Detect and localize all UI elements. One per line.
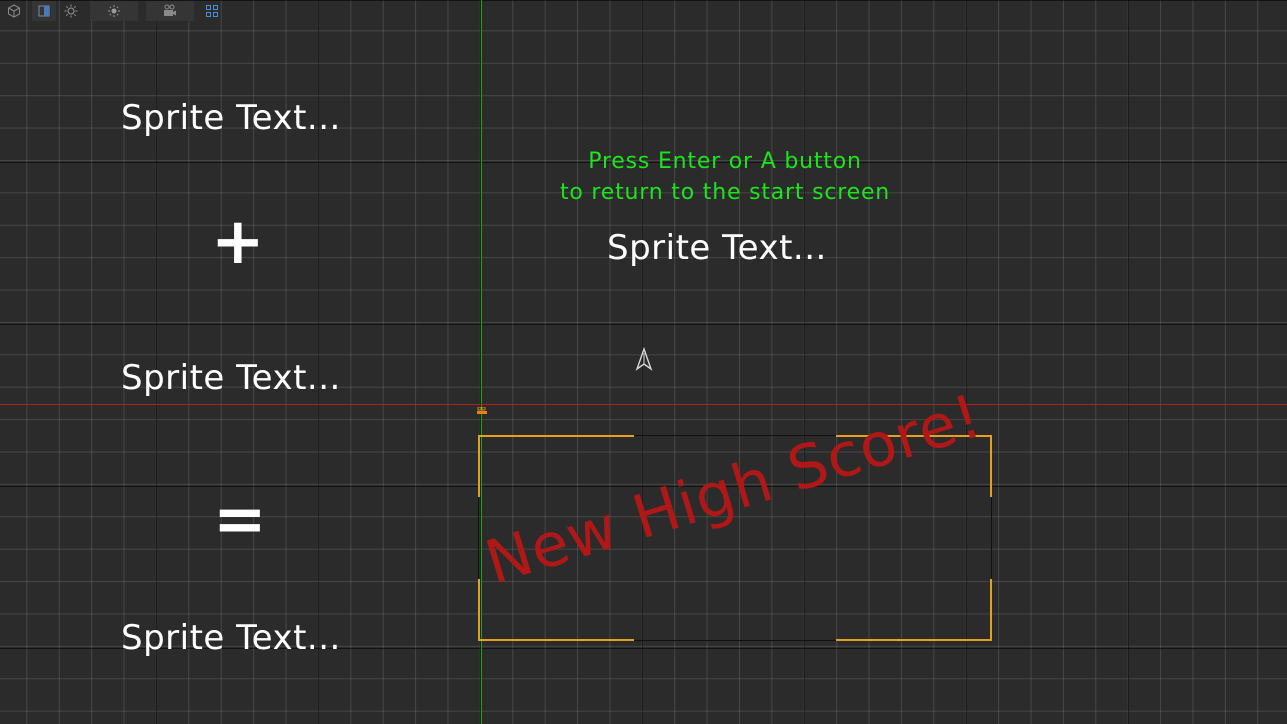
move-cursor-icon xyxy=(634,346,654,377)
camera-icon[interactable] xyxy=(146,1,194,21)
selection-corner-tl[interactable] xyxy=(478,435,634,497)
selection-corner-br[interactable] xyxy=(836,579,992,641)
sprite-text-high-score[interactable]: Sprite Text... xyxy=(607,228,827,268)
lighting-icon[interactable] xyxy=(60,1,82,21)
origin-pivot-handle[interactable] xyxy=(477,400,487,414)
plus-symbol[interactable]: + xyxy=(211,210,265,274)
shading-icon[interactable] xyxy=(32,1,56,21)
grid-layout-icon[interactable] xyxy=(200,1,224,21)
equals-symbol[interactable]: = xyxy=(213,488,267,552)
instruction-line-2: to return to the start screen xyxy=(559,180,891,205)
scene-viewport[interactable]: Sprite Text... + Sprite Text... = Sprite… xyxy=(0,0,1287,724)
x-axis-line xyxy=(0,404,1287,405)
cube-icon[interactable] xyxy=(0,1,28,21)
instruction-line-1: Press Enter or A button xyxy=(588,149,862,174)
sprite-text-total[interactable]: Sprite Text... xyxy=(121,618,341,658)
viewport-toolbar xyxy=(0,0,228,22)
sprite-text-score-1[interactable]: Sprite Text... xyxy=(121,98,341,138)
sprite-text-score-2[interactable]: Sprite Text... xyxy=(121,358,341,398)
sun-icon[interactable] xyxy=(90,1,138,21)
return-instruction-text[interactable]: Press Enter or A button to return to the… xyxy=(540,146,910,208)
